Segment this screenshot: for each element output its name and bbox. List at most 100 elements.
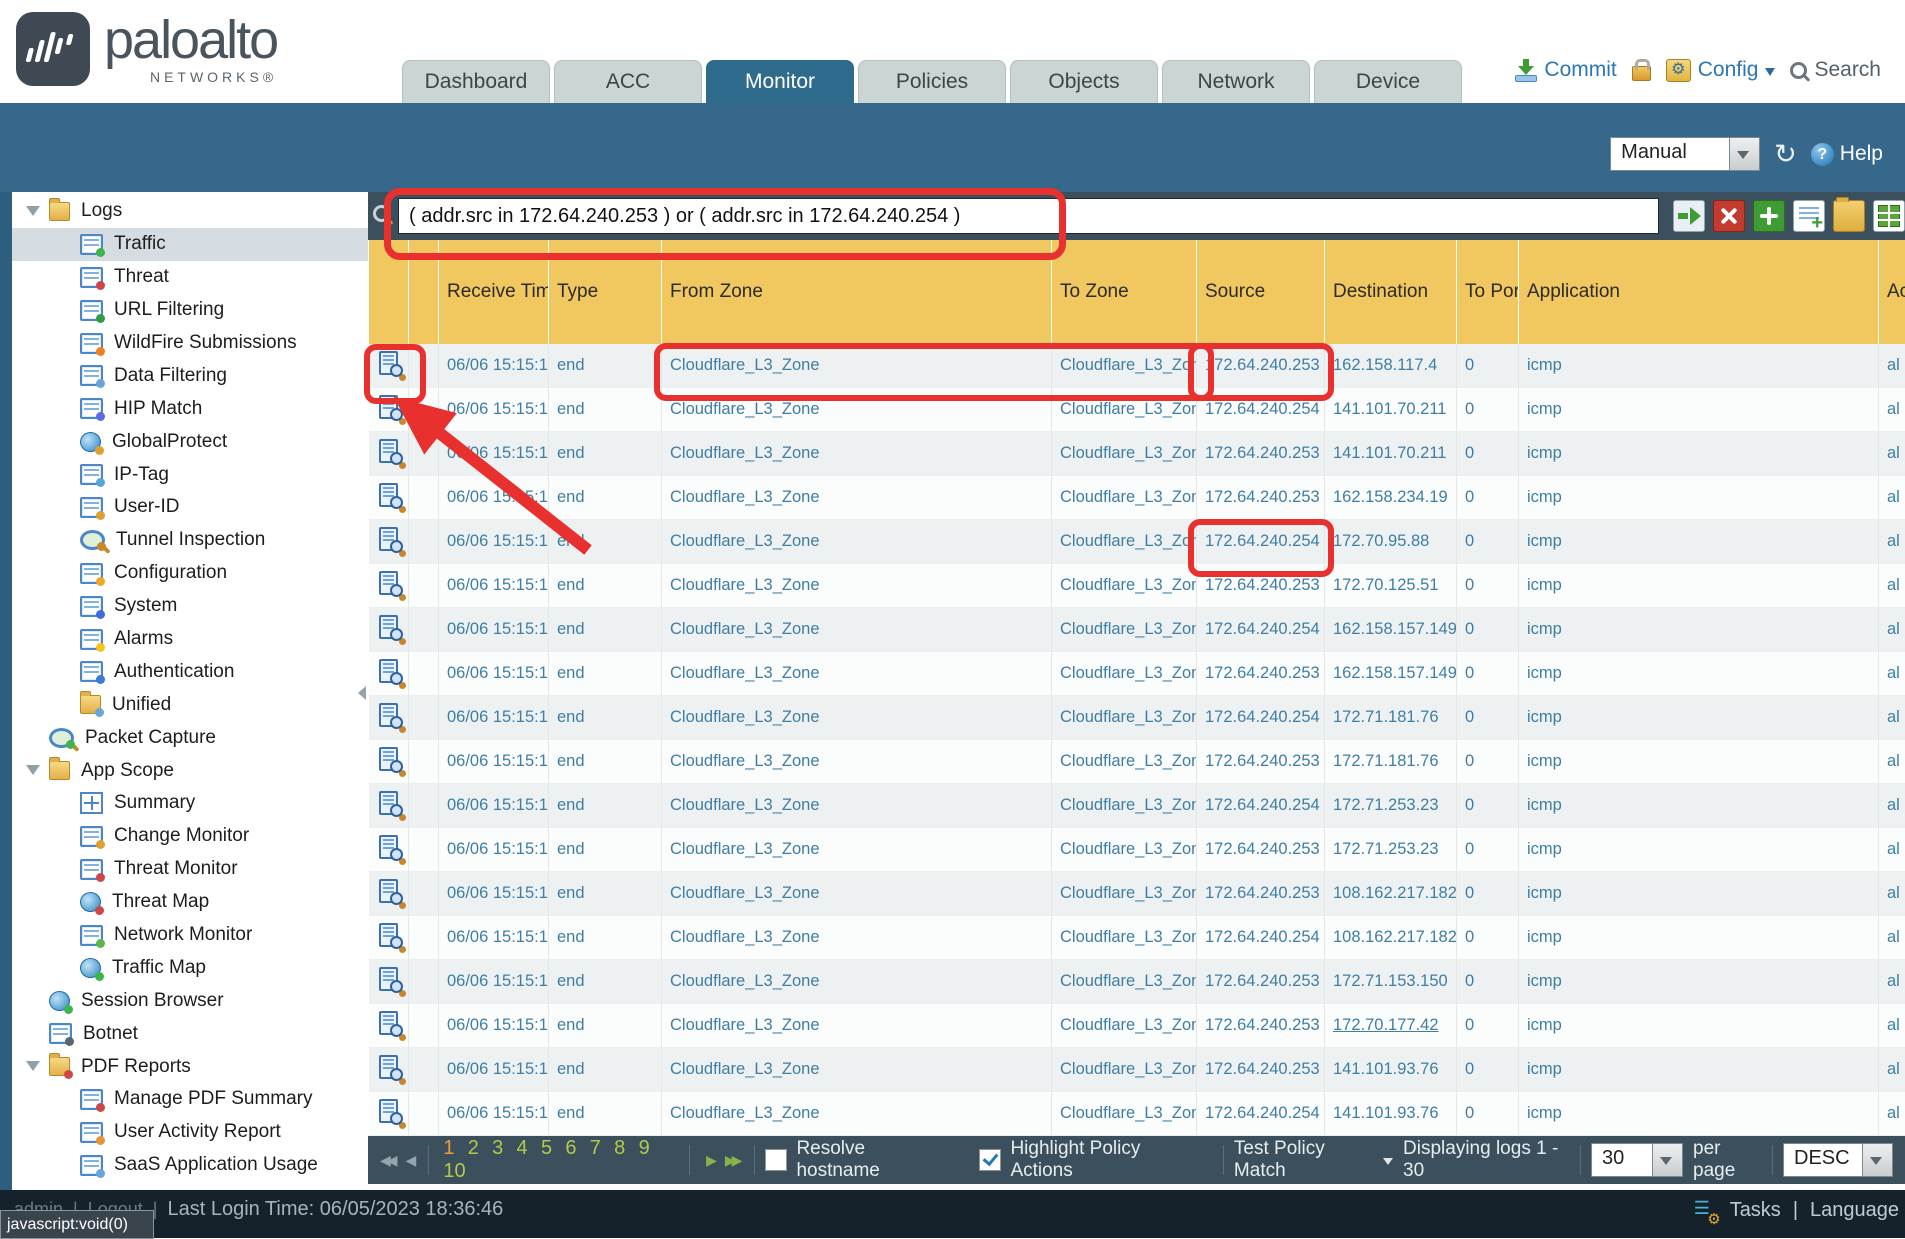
destination-value[interactable]: 108.162.217.182 bbox=[1333, 884, 1457, 902]
nav-tab[interactable]: Device bbox=[1314, 60, 1462, 103]
destination-value[interactable]: 172.71.253.23 bbox=[1333, 840, 1439, 858]
table-row[interactable]: 06/06 15:15:14 end Cloudflare_L3_Zone Cl… bbox=[369, 960, 1905, 1004]
sidebar-item[interactable]: Configuration bbox=[12, 557, 368, 590]
sort-order-dropdown[interactable]: DESC bbox=[1783, 1143, 1893, 1177]
table-row[interactable]: 06/06 15:15:19 end Cloudflare_L3_Zone Cl… bbox=[369, 344, 1905, 388]
sidebar-item[interactable]: Unified bbox=[12, 688, 368, 721]
log-detail-icon[interactable] bbox=[379, 659, 398, 683]
lock-icon[interactable] bbox=[1632, 66, 1651, 81]
destination-value[interactable]: 172.70.177.42 bbox=[1333, 1016, 1439, 1034]
dropdown-arrow-icon[interactable] bbox=[1653, 1143, 1683, 1177]
destination-value[interactable]: 141.101.70.211 bbox=[1333, 400, 1446, 418]
page-number[interactable]: 2 bbox=[468, 1137, 479, 1159]
tree-expander-icon[interactable] bbox=[26, 765, 41, 776]
page-number[interactable]: 10 bbox=[443, 1160, 465, 1182]
sidebar-item[interactable]: User Activity Report bbox=[12, 1116, 368, 1149]
commit-button[interactable]: Commit bbox=[1515, 58, 1616, 82]
destination-value[interactable]: 141.101.70.211 bbox=[1333, 444, 1446, 462]
log-detail-icon[interactable] bbox=[379, 483, 398, 507]
sidebar-item[interactable]: User-ID bbox=[12, 491, 368, 524]
page-number[interactable]: 1 bbox=[443, 1137, 454, 1159]
search-button[interactable]: Search bbox=[1790, 58, 1881, 82]
log-detail-icon[interactable] bbox=[379, 615, 398, 639]
page-number[interactable]: 6 bbox=[565, 1137, 576, 1159]
page-number[interactable]: 8 bbox=[614, 1137, 625, 1159]
destination-value[interactable]: 162.158.157.149 bbox=[1333, 664, 1457, 682]
tree-expander-icon[interactable] bbox=[26, 1061, 41, 1072]
table-row[interactable]: 06/06 15:15:16 end Cloudflare_L3_Zone Cl… bbox=[369, 828, 1905, 872]
destination-value[interactable]: 172.71.253.23 bbox=[1333, 796, 1439, 814]
log-detail-icon[interactable] bbox=[379, 527, 398, 551]
column-header[interactable]: To Port bbox=[1457, 240, 1519, 344]
sidebar-item[interactable]: Change Monitor bbox=[12, 820, 368, 853]
column-header[interactable] bbox=[369, 240, 409, 344]
column-header[interactable]: From Zone bbox=[662, 240, 1052, 344]
table-row[interactable]: 06/06 15:15:15 end Cloudflare_L3_Zone Cl… bbox=[369, 872, 1905, 916]
sidebar-item[interactable]: Summary bbox=[12, 787, 368, 820]
clear-filter-icon[interactable] bbox=[1713, 200, 1745, 232]
nav-tab[interactable]: Policies bbox=[858, 60, 1006, 103]
sidebar-item[interactable]: PDF Reports bbox=[12, 1050, 368, 1083]
tree-expander-icon[interactable] bbox=[26, 206, 41, 217]
tasks-button[interactable]: Tasks bbox=[1730, 1199, 1781, 1222]
column-header[interactable] bbox=[409, 240, 439, 344]
column-header[interactable]: Type bbox=[549, 240, 662, 344]
sidebar-item[interactable]: GlobalProtect bbox=[12, 425, 368, 458]
table-row[interactable]: 06/06 15:15:14 end Cloudflare_L3_Zone Cl… bbox=[369, 1092, 1905, 1136]
nav-tab[interactable]: ACC bbox=[554, 60, 702, 103]
highlight-policy-checkbox[interactable] bbox=[979, 1149, 1001, 1171]
config-menu[interactable]: ⚙ Config bbox=[1666, 58, 1776, 82]
log-detail-icon[interactable] bbox=[379, 395, 398, 419]
nav-tab[interactable]: Objects bbox=[1010, 60, 1158, 103]
per-page-dropdown[interactable]: 30 bbox=[1591, 1143, 1683, 1177]
destination-value[interactable]: 141.101.93.76 bbox=[1333, 1060, 1439, 1078]
log-detail-icon[interactable] bbox=[379, 571, 398, 595]
dropdown-arrow-icon[interactable] bbox=[1863, 1143, 1893, 1177]
sidebar-item[interactable]: WildFire Submissions bbox=[12, 327, 368, 360]
table-row[interactable]: 06/06 15:15:17 end Cloudflare_L3_Zone Cl… bbox=[369, 388, 1905, 432]
page-number[interactable]: 5 bbox=[541, 1137, 552, 1159]
sidebar-item[interactable]: App Scope bbox=[12, 754, 368, 787]
export-logs-icon[interactable] bbox=[1873, 200, 1905, 232]
log-detail-icon[interactable] bbox=[379, 747, 398, 771]
log-detail-icon[interactable] bbox=[379, 439, 398, 463]
table-row[interactable]: 06/06 15:15:17 end Cloudflare_L3_Zone Cl… bbox=[369, 432, 1905, 476]
sidebar-item[interactable]: Authentication bbox=[12, 655, 368, 688]
log-detail-icon[interactable] bbox=[379, 835, 398, 859]
sidebar-item[interactable]: Threat bbox=[12, 261, 368, 294]
sidebar-item[interactable]: Traffic Map bbox=[12, 951, 368, 984]
column-header[interactable]: Receive Time bbox=[439, 240, 549, 344]
table-row[interactable]: 06/06 15:15:17 end Cloudflare_L3_Zone Cl… bbox=[369, 608, 1905, 652]
sidebar-item[interactable]: System bbox=[12, 590, 368, 623]
apply-filter-icon[interactable] bbox=[1673, 200, 1705, 232]
page-number[interactable]: 4 bbox=[517, 1137, 528, 1159]
first-page-icon[interactable]: ◀◀ bbox=[380, 1152, 394, 1169]
help-button[interactable]: ? Help bbox=[1811, 142, 1883, 166]
last-page-icon[interactable]: ▶▶ bbox=[725, 1152, 739, 1169]
table-row[interactable]: 06/06 15:15:17 end Cloudflare_L3_Zone Cl… bbox=[369, 520, 1905, 564]
sidebar-item[interactable]: Threat Map bbox=[12, 886, 368, 919]
sidebar-collapse-handle[interactable] bbox=[358, 686, 366, 700]
destination-value[interactable]: 162.158.117.4 bbox=[1333, 356, 1437, 374]
save-filter-icon[interactable] bbox=[1793, 200, 1825, 232]
log-detail-icon[interactable] bbox=[379, 1011, 398, 1035]
page-number[interactable]: 3 bbox=[492, 1137, 503, 1159]
column-header[interactable]: Application bbox=[1519, 240, 1879, 344]
sidebar-item[interactable]: Logs bbox=[12, 195, 368, 228]
sidebar-item[interactable]: Traffic bbox=[12, 228, 368, 261]
sidebar-item[interactable]: Alarms bbox=[12, 623, 368, 656]
destination-value[interactable]: 172.71.153.150 bbox=[1333, 972, 1448, 990]
log-detail-icon[interactable] bbox=[379, 967, 398, 991]
sidebar-item[interactable]: Manage PDF Summary bbox=[12, 1083, 368, 1116]
test-policy-match-button[interactable]: Test Policy Match bbox=[1234, 1138, 1393, 1182]
page-number[interactable]: 9 bbox=[639, 1137, 650, 1159]
table-row[interactable]: 06/06 15:15:15 end Cloudflare_L3_Zone Cl… bbox=[369, 916, 1905, 960]
refresh-interval-dropdown[interactable]: Manual bbox=[1610, 137, 1760, 171]
sidebar-item[interactable]: Session Browser bbox=[12, 984, 368, 1017]
destination-value[interactable]: 141.101.93.76 bbox=[1333, 1104, 1439, 1122]
destination-value[interactable]: 172.71.181.76 bbox=[1333, 752, 1439, 770]
log-detail-icon[interactable] bbox=[379, 879, 398, 903]
log-detail-icon[interactable] bbox=[379, 1055, 398, 1079]
destination-value[interactable]: 172.70.95.88 bbox=[1333, 532, 1429, 550]
log-detail-icon[interactable] bbox=[379, 1099, 398, 1123]
